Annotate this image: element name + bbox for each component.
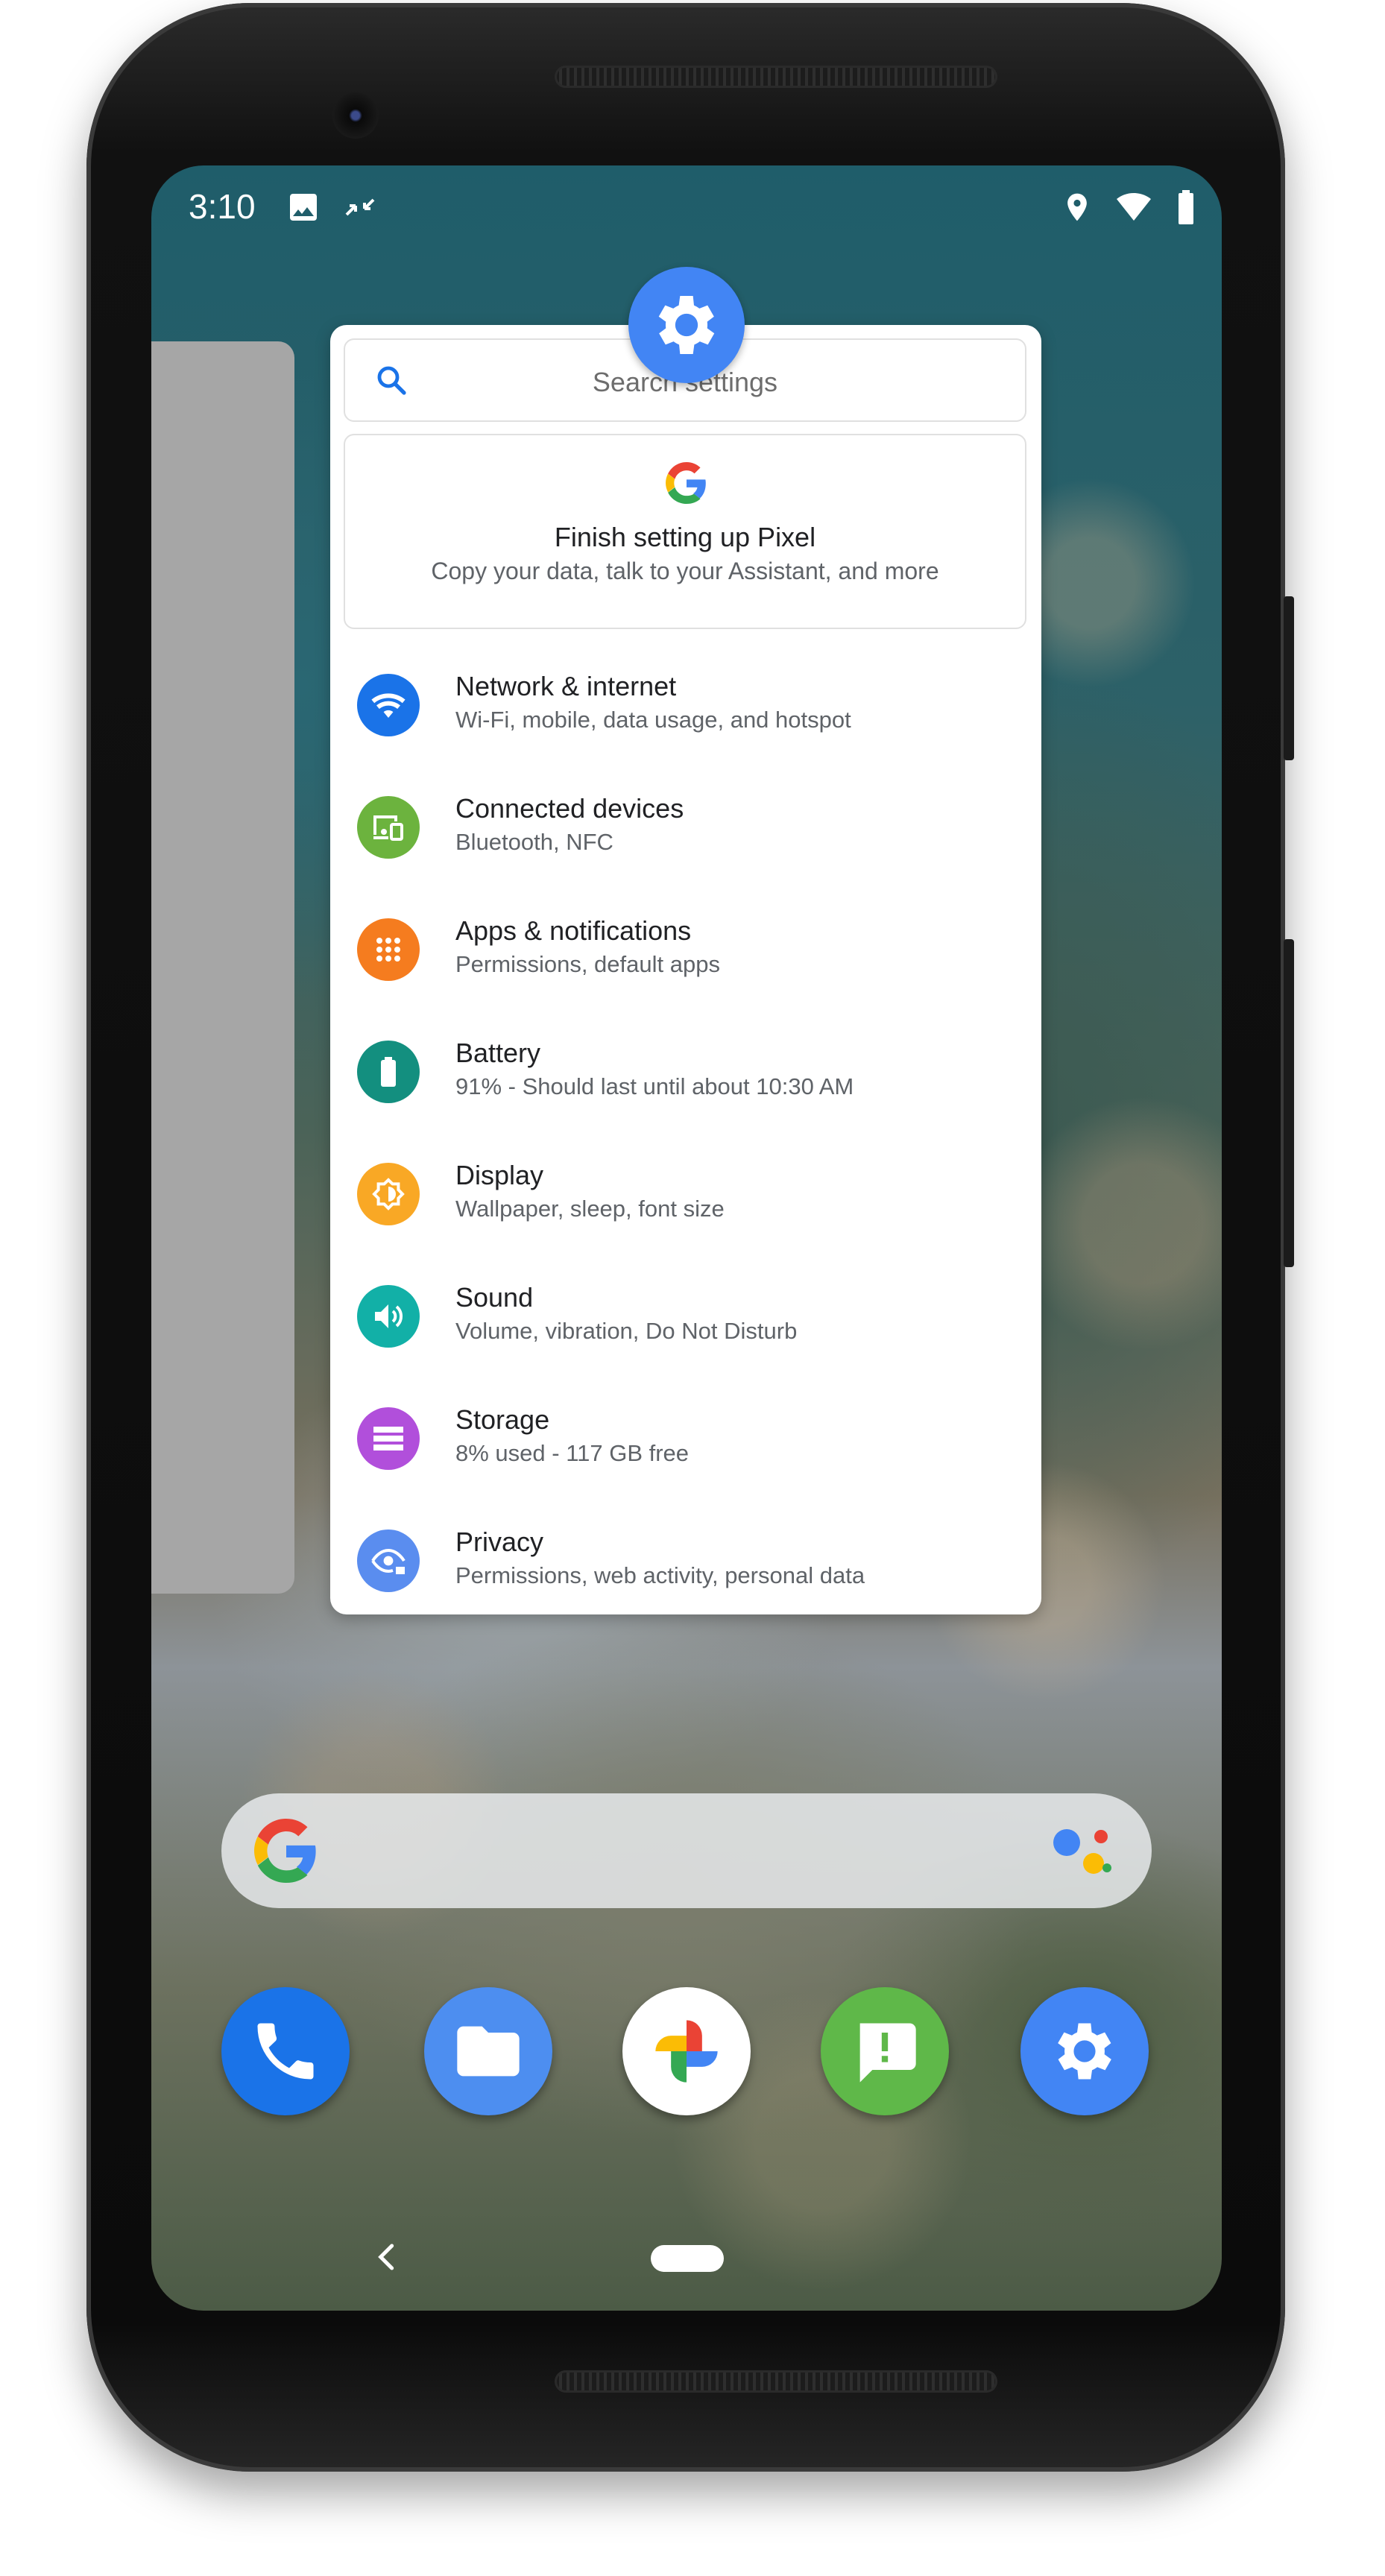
bottom-speaker	[555, 2370, 997, 2393]
menu-item-subtitle: Bluetooth, NFC	[455, 829, 613, 855]
storage-icon	[357, 1407, 420, 1470]
status-bar: 3:10	[151, 165, 1222, 255]
battery-icon	[1179, 190, 1193, 224]
image-icon	[290, 194, 317, 221]
settings-app-icon[interactable]	[628, 267, 745, 383]
data-saver-icon	[345, 198, 375, 216]
menu-item-sound[interactable]: Sound Volume, vibration, Do Not Disturb	[330, 1255, 1041, 1377]
wifi-icon	[1117, 193, 1151, 221]
menu-item-subtitle: 8% used - 117 GB free	[455, 1440, 690, 1466]
phone-app-icon[interactable]	[221, 1987, 350, 2115]
home-pill-button[interactable]	[651, 2245, 724, 2272]
menu-item-title: Connected devices	[455, 793, 684, 824]
gear-icon	[1058, 2023, 1111, 2080]
screen: 3:10 Search settings Finish setting up P…	[151, 165, 1222, 2311]
menu-item-title: Network & internet	[455, 671, 677, 701]
settings-recent-card[interactable]: Search settings Finish setting up Pixel …	[330, 325, 1041, 1614]
menu-item-battery[interactable]: Battery 91% - Should last until about 10…	[330, 1011, 1041, 1133]
menu-item-title: Storage	[455, 1404, 550, 1435]
menu-item-title: Battery	[455, 1038, 541, 1068]
settings-app-icon[interactable]	[1020, 1987, 1149, 2115]
google-g-icon	[254, 1819, 316, 1883]
volume-button	[1284, 939, 1294, 1267]
menu-item-subtitle: Volume, vibration, Do Not Disturb	[455, 1318, 798, 1344]
menu-item-subtitle: Wallpaper, sleep, font size	[455, 1196, 725, 1222]
setup-suggestion-card[interactable]: Finish setting up Pixel Copy your data, …	[344, 434, 1026, 629]
volume-icon	[357, 1285, 420, 1348]
menu-item-connected-devices[interactable]: Connected devices Bluetooth, NFC	[330, 766, 1041, 888]
menu-item-subtitle: 91% - Should last until about 10:30 AM	[455, 1073, 854, 1099]
suggestion-subtitle: Copy your data, talk to your Assistant, …	[431, 558, 939, 584]
location-icon	[1067, 193, 1087, 221]
recent-app-card[interactable]	[151, 341, 294, 1594]
menu-item-network[interactable]: Network & internet Wi-Fi, mobile, data u…	[330, 644, 1041, 766]
power-button	[1284, 596, 1294, 760]
devices-icon	[357, 796, 420, 859]
menu-item-privacy[interactable]: Privacy Permissions, web activity, perso…	[330, 1500, 1041, 1614]
menu-item-title: Display	[455, 1160, 544, 1190]
privacy-eye-icon	[357, 1530, 420, 1592]
menu-item-subtitle: Wi-Fi, mobile, data usage, and hotspot	[455, 707, 851, 733]
gear-icon	[658, 296, 715, 354]
front-camera	[332, 92, 379, 139]
wifi-icon	[357, 674, 420, 736]
status-time: 3:10	[189, 187, 256, 226]
top-speaker	[555, 66, 997, 88]
menu-item-display[interactable]: Display Wallpaper, sleep, font size	[330, 1133, 1041, 1255]
back-icon[interactable]	[372, 2242, 402, 2272]
menu-item-storage[interactable]: Storage 8% used - 117 GB free	[330, 1377, 1041, 1500]
menu-item-title: Apps & notifications	[455, 915, 692, 946]
files-app-icon[interactable]	[424, 1987, 552, 2115]
brightness-icon	[357, 1163, 420, 1225]
menu-item-subtitle: Permissions, web activity, personal data	[455, 1562, 865, 1588]
photos-app-icon[interactable]	[622, 1987, 751, 2115]
battery-icon	[357, 1041, 420, 1103]
messages-app-icon[interactable]	[821, 1987, 949, 2115]
menu-item-apps[interactable]: Apps & notifications Permissions, defaul…	[330, 888, 1041, 1011]
suggestion-title: Finish setting up Pixel	[554, 522, 816, 552]
apps-icon	[357, 918, 420, 981]
assistant-icon[interactable]	[1047, 1823, 1114, 1883]
menu-item-title: Sound	[455, 1282, 534, 1313]
google-g-icon	[666, 462, 706, 504]
menu-item-subtitle: Permissions, default apps	[455, 951, 720, 977]
menu-item-title: Privacy	[455, 1527, 544, 1557]
google-search-bar[interactable]	[221, 1793, 1152, 1908]
